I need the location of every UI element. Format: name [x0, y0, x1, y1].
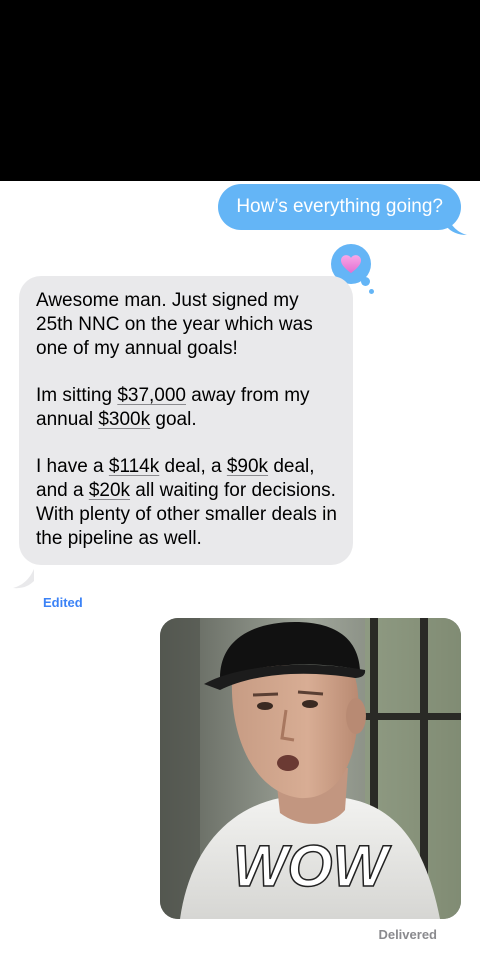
gif-message[interactable]: WOW	[160, 618, 461, 919]
amount-link[interactable]: $90k	[227, 456, 268, 477]
tapback-bubble-dot-small	[369, 289, 374, 294]
amount-link[interactable]: $114k	[109, 456, 159, 477]
incoming-message-bubble[interactable]: Awesome man. Just signed my 25th NNC on …	[19, 276, 353, 565]
incoming-text: deal, a	[159, 456, 227, 477]
message-thread[interactable]: How’s everything going? Awesome man. Jus…	[0, 181, 480, 953]
outgoing-message-text: How’s everything going?	[236, 196, 443, 217]
gif-caption: WOW	[233, 834, 392, 899]
incoming-paragraph-3: I have a $114k deal, a $90k deal, and a …	[36, 455, 337, 551]
delivered-status: Delivered	[378, 927, 437, 942]
outgoing-bubble-tail	[446, 214, 467, 235]
edited-label[interactable]: Edited	[43, 595, 83, 610]
incoming-paragraph-1: Awesome man. Just signed my 25th NNC on …	[36, 289, 337, 361]
amount-link[interactable]: $20k	[89, 480, 130, 501]
heart-icon	[341, 255, 361, 274]
amount-link[interactable]: $37,000	[117, 385, 186, 406]
incoming-text: I have a	[36, 456, 109, 477]
incoming-paragraph-2: Im sitting $37,000 away from my annual $…	[36, 384, 337, 432]
black-header-area	[0, 0, 480, 181]
tapback-bubble-dot	[361, 277, 370, 286]
outgoing-message-bubble[interactable]: How’s everything going?	[218, 184, 461, 230]
amount-link[interactable]: $300k	[98, 409, 150, 430]
incoming-bubble-tail	[13, 569, 34, 589]
incoming-text: Im sitting	[36, 385, 118, 406]
incoming-text-1: Awesome man. Just signed my 25th NNC on …	[36, 290, 313, 359]
incoming-text: goal.	[150, 409, 197, 430]
gif-image: WOW	[160, 618, 461, 919]
